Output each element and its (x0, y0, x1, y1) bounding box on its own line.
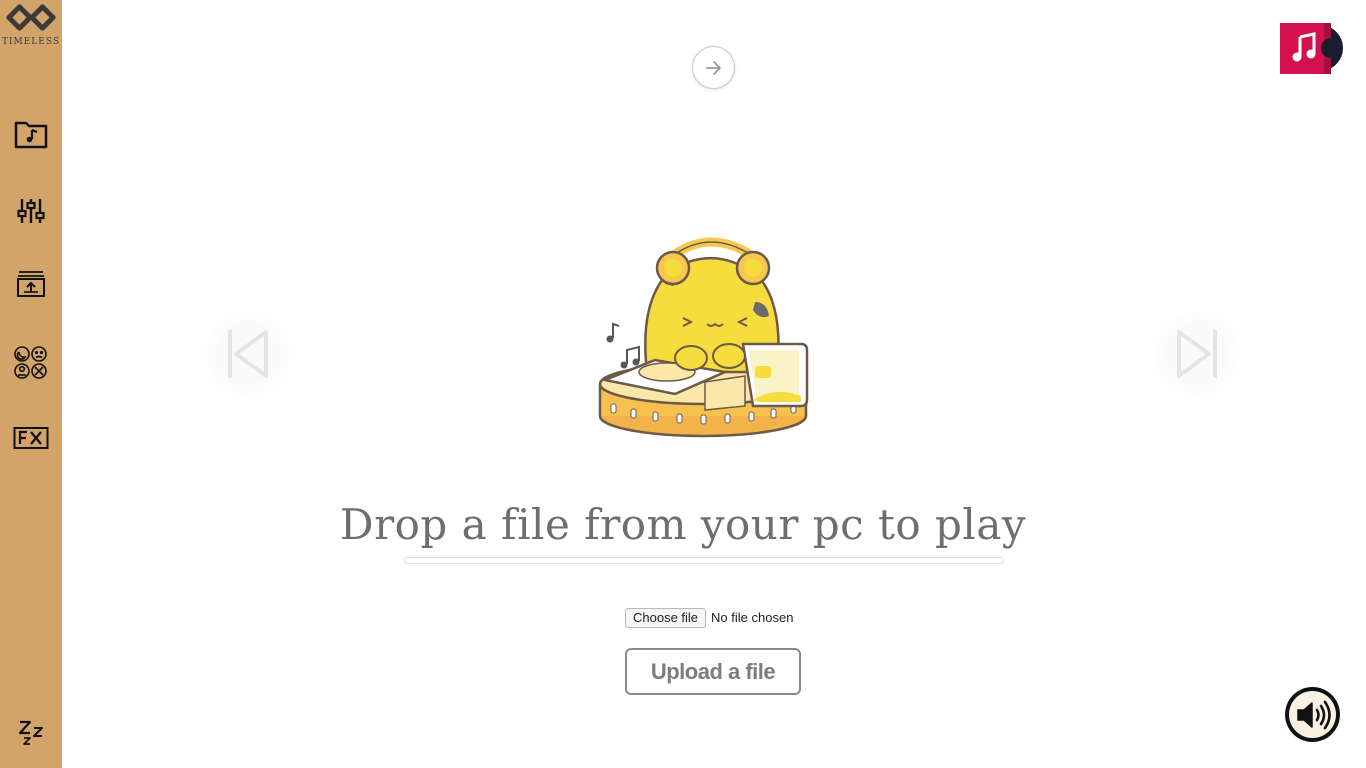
logo: TIMELESS (0, 4, 62, 47)
sidebar-item-moods[interactable] (11, 343, 51, 383)
sidebar-item-upload[interactable] (11, 264, 51, 304)
upload-file-button[interactable]: Upload a file (625, 648, 801, 695)
volume-button-inner (1289, 691, 1336, 738)
skip-next-icon (1177, 330, 1217, 378)
moods-icon (14, 346, 47, 379)
next-page-button[interactable] (692, 46, 735, 89)
drop-zone-underline (404, 557, 1004, 564)
upload-folder-icon (17, 271, 45, 297)
sidebar-item-equalizer[interactable] (11, 191, 51, 231)
dj-cat-illustration (595, 232, 815, 442)
sleep-icon (18, 720, 43, 745)
volume-button[interactable] (1285, 687, 1340, 742)
arrow-right-icon (705, 60, 721, 75)
drop-file-heading: Drop a file from your pc to play (339, 500, 1027, 549)
skip-previous-icon (228, 330, 268, 378)
file-status-text: No file chosen (711, 610, 794, 625)
sliders-icon (17, 199, 45, 223)
sidebar-item-music-library[interactable] (11, 114, 51, 154)
sidebar-item-sleep[interactable] (11, 713, 51, 753)
choose-file-button[interactable]: Choose file (625, 607, 707, 628)
logo-text: TIMELESS (1, 37, 61, 47)
fx-icon (13, 427, 49, 449)
next-track-button[interactable] (1148, 305, 1246, 403)
music-folder-icon (14, 121, 48, 149)
previous-track-button[interactable] (199, 305, 297, 403)
music-note-icon (1280, 23, 1343, 74)
file-input[interactable]: Choose file No file chosen (625, 607, 793, 628)
infinity-logo-icon (6, 4, 56, 31)
volume-icon (1296, 700, 1331, 729)
sidebar: TIMELESS (0, 0, 62, 768)
music-app-badge[interactable] (1280, 23, 1344, 74)
sidebar-item-fx[interactable] (11, 418, 51, 458)
